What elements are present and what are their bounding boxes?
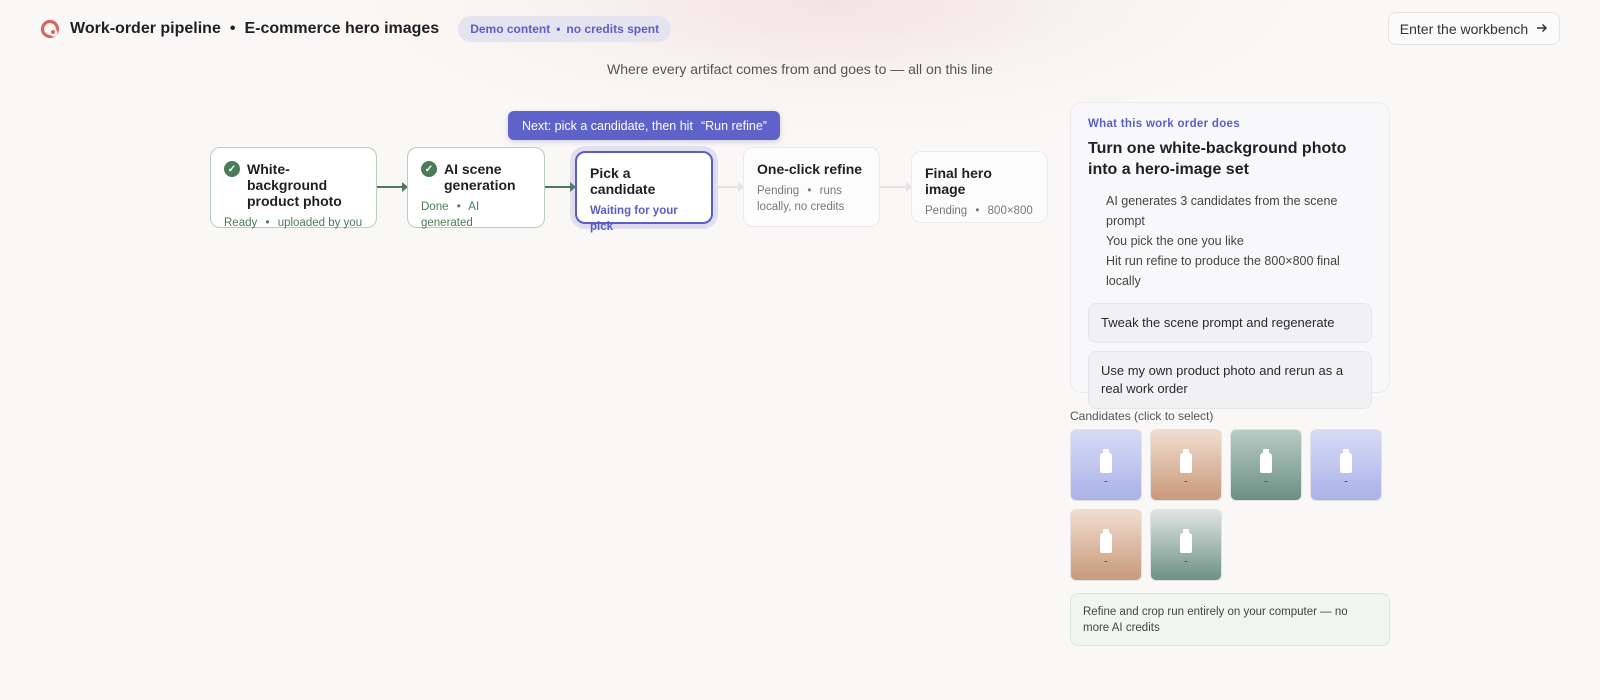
workorder-title: E-commerce hero images — [244, 20, 440, 37]
pipeline-node-final-hero[interactable]: Final hero image Pending • 800×800 — [911, 151, 1048, 223]
badge-label-demo: Demo content — [470, 22, 551, 36]
candidate-thumbnail-5[interactable]: ▬ — [1070, 509, 1142, 581]
panel-title: Turn one white-background photo into a h… — [1088, 140, 1347, 178]
pipeline-node-refine[interactable]: One-click refine Pending • runs locally,… — [743, 147, 880, 227]
thumbnail-caption: ▬ — [1104, 479, 1108, 483]
node-status-label: Ready — [224, 217, 258, 229]
enter-workbench-button[interactable]: Enter the workbench — [1388, 12, 1560, 45]
node-status-label: Pending — [757, 185, 800, 197]
node-status-label: Done — [421, 201, 449, 213]
header: Work-order pipeline • E-commerce hero im… — [40, 14, 672, 44]
local-refine-note: Refine and crop run entirely on your com… — [1070, 593, 1390, 646]
node-status-separator: • — [975, 205, 980, 217]
node-title: Final hero image — [925, 165, 992, 197]
pipeline-node-product-photo[interactable]: ✓ White-background product photo Ready •… — [210, 147, 377, 231]
product-bottle-icon — [1340, 449, 1352, 473]
candidate-thumbnail-3[interactable]: ▬ — [1230, 429, 1302, 501]
tooltip-action: “Run refine” — [700, 118, 767, 133]
next-step-tooltip: Next: pick a candidate, then hit “Run re… — [508, 111, 780, 140]
title-separator: • — [229, 20, 236, 37]
step-item: Hit run refine to produce the 800×800 fi… — [1106, 254, 1340, 288]
logo-icon — [40, 19, 60, 39]
product-bottle-icon — [1180, 449, 1192, 473]
node-status-separator: • — [807, 185, 812, 197]
pipeline-title: Work-order pipeline — [70, 20, 221, 37]
page-title: Work-order pipeline • E-commerce hero im… — [70, 20, 439, 38]
steps-list: AI generates 3 candidates from the scene… — [1088, 191, 1372, 291]
tooltip-text: Next: pick a candidate, then hit — [522, 118, 693, 133]
node-status: Pending • 800×800 — [925, 203, 1034, 219]
node-status: Done • AI generated — [421, 199, 531, 231]
node-status: Pending • runs locally, no credits — [757, 183, 866, 215]
enter-workbench-label: Enter the workbench — [1399, 20, 1529, 37]
node-title: White-background product photo — [247, 161, 342, 209]
node-status: Waiting for your pick — [590, 205, 678, 233]
badge-separator: • — [556, 22, 561, 36]
use-own-photo-button[interactable]: Use my own product photo and rerun as a … — [1088, 351, 1372, 409]
node-status-detail: uploaded by you — [277, 217, 363, 229]
panel-eyebrow: What this work order does — [1088, 118, 1240, 130]
candidate-thumbnail-2[interactable]: ▬ — [1150, 429, 1222, 501]
workorder-info-panel: What this work order does Turn one white… — [1070, 102, 1390, 409]
node-status-separator: • — [456, 201, 461, 213]
thumbnail-caption: ▬ — [1184, 559, 1188, 563]
candidate-thumbnail-1[interactable]: ▬ — [1070, 429, 1142, 501]
thumbnail-caption: ▬ — [1264, 479, 1268, 483]
thumbnail-caption: ▬ — [1344, 479, 1348, 483]
candidates-label: Candidates (click to select) — [1070, 409, 1214, 423]
product-bottle-icon — [1260, 449, 1272, 473]
pipeline-node-ai-scene[interactable]: ✓ AI scene generation Done • AI generate… — [407, 147, 545, 231]
node-title: AI scene generation — [444, 161, 516, 193]
pipeline-node-pick-candidate[interactable]: Pick a candidate Waiting for your pick — [575, 151, 713, 233]
connector — [880, 182, 912, 192]
node-status: Ready • uploaded by you — [224, 215, 363, 231]
node-status-label: Pending — [925, 205, 968, 217]
arrow-right-icon — [1536, 21, 1548, 37]
node-title: Pick a candidate — [590, 165, 656, 197]
node-status-detail: 800×800 — [987, 205, 1033, 217]
candidate-thumbnail-4[interactable]: ▬ — [1310, 429, 1382, 501]
tweak-prompt-button[interactable]: Tweak the scene prompt and regenerate — [1088, 303, 1372, 343]
node-title: One-click refine — [757, 161, 863, 177]
candidate-thumbnail-6[interactable]: ▬ — [1150, 509, 1222, 581]
node-status-separator: • — [265, 217, 270, 229]
thumbnail-caption: ▬ — [1184, 479, 1188, 483]
demo-badge: Demo content • no credits spent — [458, 16, 672, 42]
badge-label-credits: no credits spent — [566, 22, 660, 36]
product-bottle-icon — [1100, 449, 1112, 473]
step-item: AI generates 3 candidates from the scene… — [1106, 194, 1338, 228]
check-icon: ✓ — [224, 161, 240, 177]
connector — [713, 182, 744, 192]
step-item: You pick the one you like — [1106, 234, 1244, 248]
connector — [377, 182, 408, 192]
product-bottle-icon — [1180, 529, 1192, 553]
thumbnail-caption: ▬ — [1104, 559, 1108, 563]
connector — [545, 182, 576, 192]
check-icon: ✓ — [421, 161, 437, 177]
subtitle: Where every artifact comes from and goes… — [607, 61, 993, 77]
product-bottle-icon — [1100, 529, 1112, 553]
